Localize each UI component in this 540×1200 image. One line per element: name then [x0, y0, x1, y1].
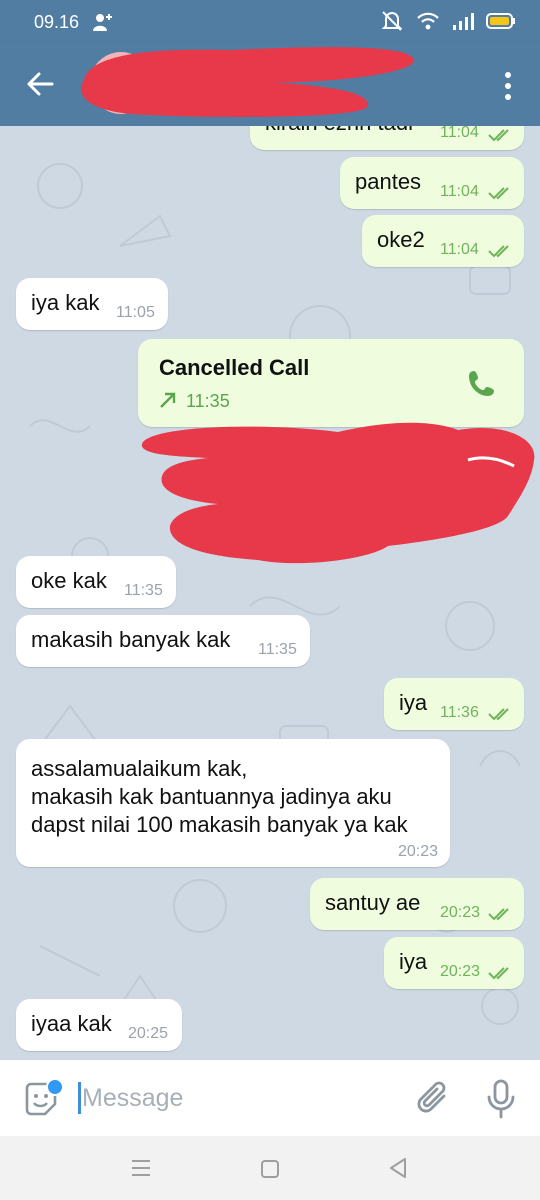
message-text: kirain ezhh tadi: [265, 126, 413, 136]
message-time: 11:35: [124, 582, 163, 599]
call-status-text: Cancelled Call: [159, 355, 310, 380]
call-time: 11:35: [186, 391, 230, 411]
message-bubble-outgoing[interactable]: kirain ezhh tadi 11:04: [250, 126, 524, 150]
text-caret: [78, 1082, 81, 1114]
message-bubble-outgoing[interactable]: iya 11:36: [384, 678, 524, 730]
status-bar: 09.16: [0, 0, 540, 42]
message-line: makasih kak bantuannya jadinya aku: [31, 784, 392, 809]
message-time: 11:05: [116, 304, 155, 321]
message-text: oke kak: [31, 568, 107, 593]
double-check-icon: [488, 908, 509, 921]
back-icon[interactable]: [386, 1156, 410, 1180]
back-arrow-icon[interactable]: [22, 66, 58, 102]
message-time: 11:04: [440, 126, 479, 141]
message-bubble-outgoing[interactable]: pantes 11:04: [340, 157, 524, 209]
redaction-mark: [81, 47, 415, 117]
double-check-icon: [488, 129, 509, 142]
outgoing-call-arrow-icon: [160, 392, 176, 408]
message-line: dapst nilai 100 makasih banyak ya kak: [31, 812, 408, 837]
phone-icon[interactable]: [466, 367, 498, 399]
recents-icon[interactable]: [130, 1156, 152, 1180]
status-icons: [380, 10, 516, 32]
message-time: 20:23: [398, 843, 439, 860]
message-text: pantes: [355, 169, 422, 194]
call-bubble[interactable]: Cancelled Call 11:35: [138, 339, 524, 427]
message-text: makasih banyak kak: [31, 627, 231, 652]
message-text: oke2: [377, 227, 425, 252]
double-check-icon: [488, 187, 509, 200]
message-time: 11:04: [440, 241, 479, 258]
mute-icon: [381, 11, 403, 31]
message-bubble-outgoing[interactable]: oke2 11:04: [362, 215, 524, 267]
message-text: assalamualaikum kak, makasih kak bantuan…: [31, 755, 408, 839]
message-bubble-incoming[interactable]: iyaa kak 20:25: [16, 999, 182, 1051]
signal-icon: [453, 13, 474, 30]
battery-icon: [486, 13, 515, 29]
message-bubble-incoming[interactable]: assalamualaikum kak, makasih kak bantuan…: [16, 739, 450, 867]
wifi-icon: [417, 12, 439, 30]
message-list[interactable]: kirain ezhh tadi 11:04 pantes 11:04 oke2…: [0, 126, 540, 1060]
microphone-icon[interactable]: [484, 1078, 518, 1120]
message-text: iyaa kak: [31, 1011, 112, 1036]
message-text: iya: [399, 690, 428, 715]
message-bubble-outgoing[interactable]: iya 20:23: [384, 937, 524, 989]
notification-dot: [46, 1078, 64, 1096]
message-text: santuy ae: [325, 890, 421, 915]
message-time: 11:35: [258, 641, 297, 658]
double-check-icon: [488, 967, 509, 980]
message-text: iya kak: [31, 290, 100, 315]
message-time: 11:36: [440, 704, 479, 721]
message-bubble-outgoing[interactable]: santuy ae 20:23: [310, 878, 524, 930]
message-line: assalamualaikum kak,: [31, 756, 248, 781]
more-vert-icon[interactable]: [500, 68, 516, 104]
status-time: 09.16: [34, 12, 80, 32]
message-bubble-incoming[interactable]: iya kak 11:05: [16, 278, 168, 330]
double-check-icon: [488, 708, 509, 721]
paperclip-attach-icon[interactable]: [414, 1078, 452, 1118]
message-time: 20:23: [440, 963, 481, 980]
chat-header: [0, 42, 540, 126]
redaction-mark: [141, 422, 535, 564]
message-time: 20:25: [128, 1025, 169, 1042]
home-icon[interactable]: [259, 1158, 281, 1180]
double-check-icon: [488, 245, 509, 258]
message-bubble-incoming[interactable]: makasih banyak kak 11:35: [16, 615, 310, 667]
system-nav-bar: [0, 1136, 540, 1200]
message-time: 11:04: [440, 183, 479, 200]
add-user-icon: [93, 14, 112, 31]
message-input[interactable]: [82, 1078, 382, 1118]
message-text: iya: [399, 949, 428, 974]
message-time: 20:23: [440, 904, 481, 921]
message-compose-bar: [0, 1060, 540, 1136]
